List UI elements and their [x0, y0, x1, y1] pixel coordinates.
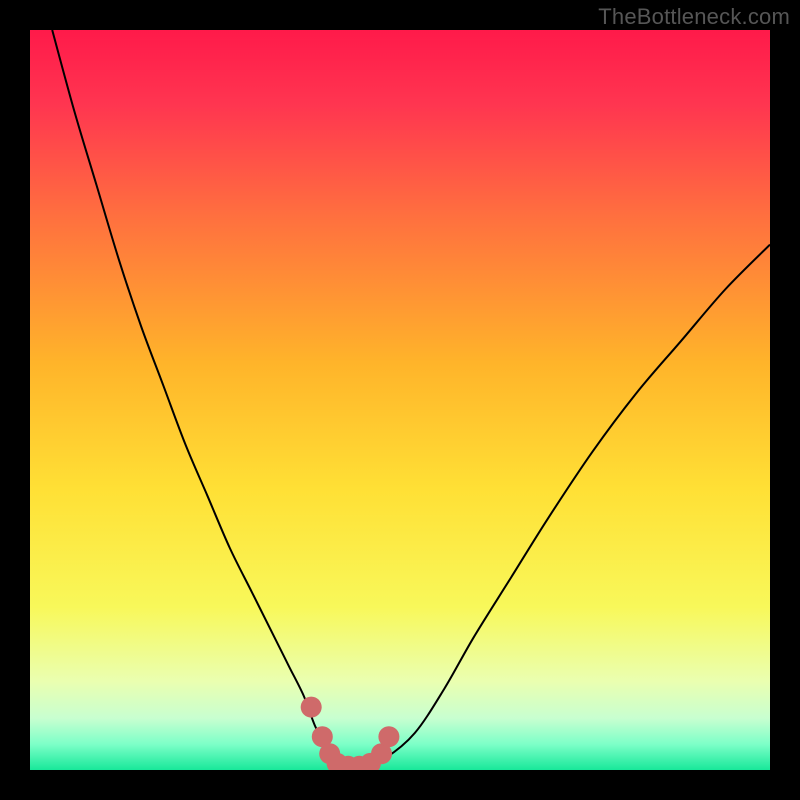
chart-frame: TheBottleneck.com — [0, 0, 800, 800]
watermark-text: TheBottleneck.com — [598, 4, 790, 30]
marker-dot — [301, 697, 322, 718]
plot-svg — [30, 30, 770, 770]
bottleneck-curve — [52, 30, 770, 767]
flat-region-markers — [301, 697, 400, 770]
plot-area — [30, 30, 770, 770]
marker-dot — [378, 726, 399, 747]
